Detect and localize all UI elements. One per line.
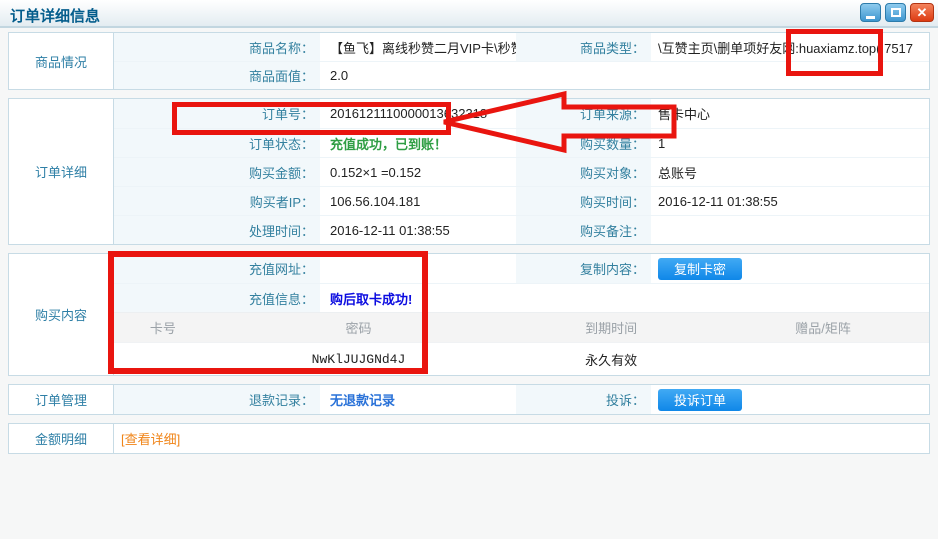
card-expiry-header: 到期时间 [505, 313, 717, 342]
card-expiry-value: 永久有效 [505, 343, 717, 375]
close-icon[interactable]: ✕ [910, 3, 934, 22]
recharge-info-value: 购后取卡成功! [320, 284, 516, 312]
row-order-status: 订单状态： 充值成功，已到账！ 购买数量： 1 [114, 128, 929, 157]
row-recharge-info: 充值信息： 购后取卡成功! [114, 283, 929, 312]
purchase-quantity-label: 购买数量： [516, 129, 651, 157]
section-header-order: 订单详细 [9, 99, 114, 244]
copy-card-secret-button[interactable]: 复制卡密 [658, 258, 742, 280]
purchase-amount-label: 购买金额： [114, 158, 320, 186]
refund-record-label: 退款记录： [114, 385, 320, 414]
buyer-ip-label: 购买者IP： [114, 187, 320, 215]
section-purchase-content: 购买内容 充值网址： 复制内容： 复制卡密 充值信息： 购后取卡成功! 卡号 密… [8, 253, 930, 376]
order-detail-panel: 商品情况 商品名称： 【鱼飞】离线秒赞二月VIP卡\秒赞\秒评\挂挂 商品类型：… [0, 28, 938, 454]
window-titlebar: 订单详细信息 ✕ [0, 0, 938, 28]
purchase-note-value [651, 216, 929, 244]
order-number-label: 订单号： [114, 99, 320, 128]
card-number-value [114, 343, 212, 375]
section-order-management: 订单管理 退款记录： 无退款记录 投诉： 投诉订单 [8, 384, 930, 415]
copy-content-label: 复制内容： [516, 254, 651, 283]
purchase-target-value: 总账号 [651, 158, 929, 186]
card-password-value: NwKlJUJGNd4J [212, 343, 505, 375]
window-controls: ✕ [860, 3, 934, 22]
window-title: 订单详细信息 [10, 5, 100, 26]
purchase-quantity-value: 1 [651, 129, 929, 157]
card-password-header: 密码 [212, 313, 505, 342]
purchase-note-label: 购买备注： [516, 216, 651, 244]
section-order-detail: 订单详细 订单号： 2016121110000013632318 订单来源： 售… [8, 98, 930, 245]
card-number-header: 卡号 [114, 313, 212, 342]
recharge-url-label: 充值网址： [114, 254, 320, 283]
order-number-value: 2016121110000013632318 [320, 99, 516, 128]
order-source-value: 售卡中心 [651, 99, 929, 128]
maximize-icon[interactable] [885, 3, 906, 22]
purchase-amount-value: 0.152×1 =0.152 [320, 158, 516, 186]
buyer-ip-value: 106.56.104.181 [320, 187, 516, 215]
row-amount-detail: [查看详细] [114, 424, 929, 453]
row-recharge-url: 充值网址： 复制内容： 复制卡密 [114, 254, 929, 283]
process-time-value: 2016-12-11 01:38:55 [320, 216, 516, 244]
card-table-header: 卡号 密码 到期时间 赠品/矩阵 [114, 312, 929, 342]
order-status-value: 充值成功，已到账！ [320, 129, 516, 157]
product-type-label: 商品类型： [516, 33, 651, 61]
purchase-time-label: 购买时间： [516, 187, 651, 215]
product-name-label: 商品名称： [114, 33, 320, 61]
card-gift-header: 赠品/矩阵 [717, 313, 929, 342]
card-table-row: NwKlJUJGNd4J 永久有效 [114, 342, 929, 375]
minimize-icon[interactable] [860, 3, 881, 22]
section-product-info: 商品情况 商品名称： 【鱼飞】离线秒赞二月VIP卡\秒赞\秒评\挂挂 商品类型：… [8, 32, 930, 90]
card-gift-value [717, 343, 929, 375]
complaint-label: 投诉： [516, 385, 651, 414]
product-name-value: 【鱼飞】离线秒赞二月VIP卡\秒赞\秒评\挂挂 [320, 33, 516, 61]
row-refund: 退款记录： 无退款记录 投诉： 投诉订单 [114, 385, 929, 414]
complain-order-button[interactable]: 投诉订单 [658, 389, 742, 411]
product-type-value: \互赞主页\删单项好友网:huaxiamz.top(.7517 [651, 33, 929, 61]
section-header-product: 商品情况 [9, 33, 114, 89]
section-header-manage: 订单管理 [9, 385, 114, 414]
product-face-value: 2.0 [320, 62, 929, 89]
recharge-url-value [320, 254, 516, 283]
product-face-label: 商品面值： [114, 62, 320, 89]
row-product-name: 商品名称： 【鱼飞】离线秒赞二月VIP卡\秒赞\秒评\挂挂 商品类型： \互赞主… [114, 33, 929, 61]
section-header-purchase: 购买内容 [9, 254, 114, 375]
view-detail-link[interactable]: [查看详细] [121, 429, 180, 448]
row-order-number: 订单号： 2016121110000013632318 订单来源： 售卡中心 [114, 99, 929, 128]
row-process-time: 处理时间： 2016-12-11 01:38:55 购买备注： [114, 215, 929, 244]
order-source-label: 订单来源： [516, 99, 651, 128]
process-time-label: 处理时间： [114, 216, 320, 244]
row-buyer-ip: 购买者IP： 106.56.104.181 购买时间： 2016-12-11 0… [114, 186, 929, 215]
order-status-label: 订单状态： [114, 129, 320, 157]
row-product-face-value: 商品面值： 2.0 [114, 61, 929, 89]
purchase-target-label: 购买对象： [516, 158, 651, 186]
section-amount-detail: 金额明细 [查看详细] [8, 423, 930, 454]
section-header-amount: 金额明细 [9, 424, 114, 453]
refund-record-value: 无退款记录 [320, 385, 516, 414]
purchase-time-value: 2016-12-11 01:38:55 [651, 187, 929, 215]
row-purchase-amount: 购买金额： 0.152×1 =0.152 购买对象： 总账号 [114, 157, 929, 186]
recharge-info-label: 充值信息： [114, 284, 320, 312]
